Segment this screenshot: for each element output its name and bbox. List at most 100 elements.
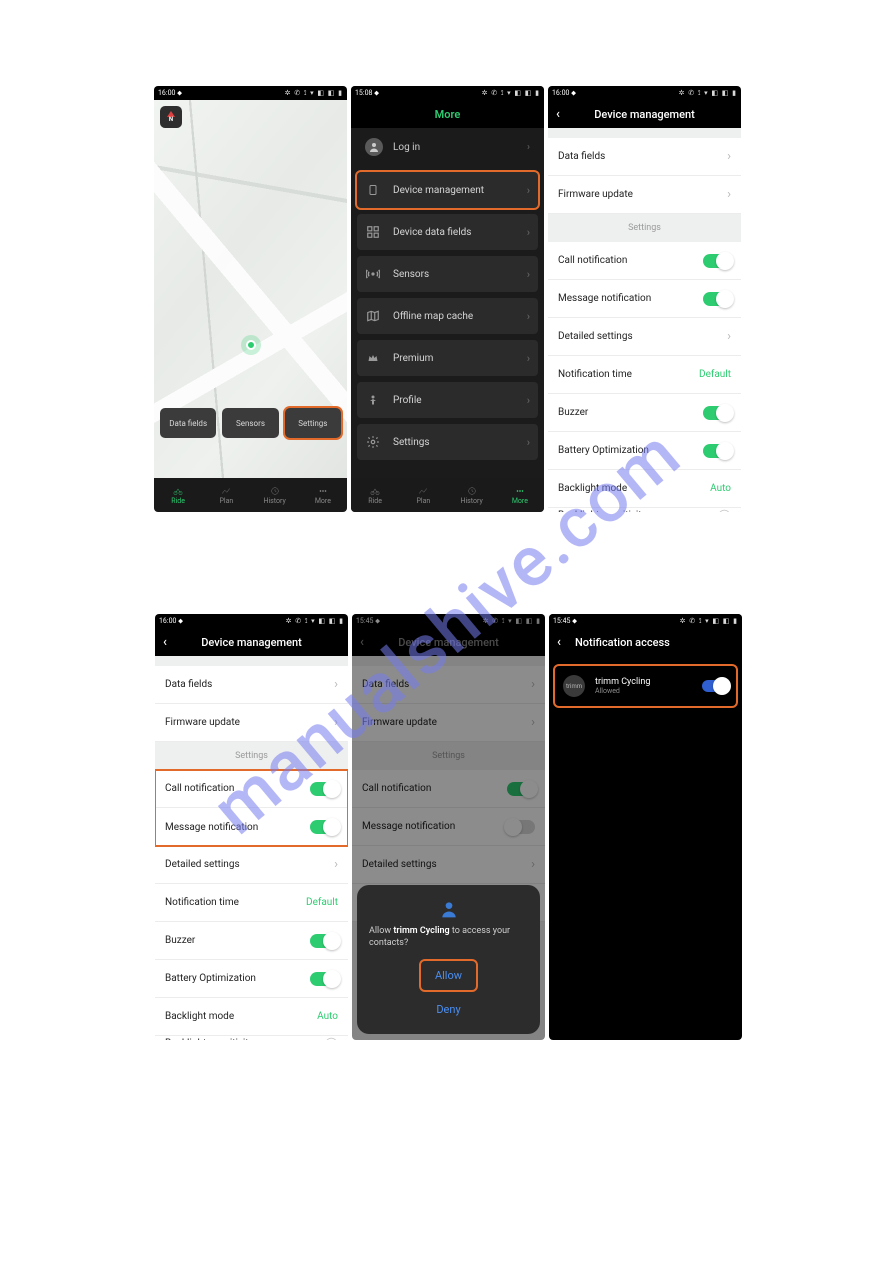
row-firmware[interactable]: Firmware update›: [155, 704, 348, 742]
app-status: Allowed: [595, 687, 650, 695]
toggle-on[interactable]: [310, 820, 338, 834]
menu-sensors[interactable]: Sensors›: [357, 256, 538, 292]
status-time: 15:08 ⬥: [355, 89, 379, 98]
screen-title: Device management: [594, 108, 695, 121]
row-label: Detailed settings: [165, 859, 240, 870]
quick-settings[interactable]: Settings: [285, 408, 341, 438]
row-call-notification[interactable]: Call notification: [155, 770, 348, 808]
app-label-group: trimm Cycling Allowed: [595, 677, 650, 695]
quick-data-fields[interactable]: Data fields: [160, 408, 216, 438]
row-label: Call notification: [165, 783, 234, 794]
screen-header: ‹ Notification access: [549, 628, 742, 656]
app-notification-row[interactable]: trimm trimm Cycling Allowed: [555, 666, 736, 706]
row-detailed-settings[interactable]: Detailed settings ›: [155, 846, 348, 884]
tab-history[interactable]: History: [251, 478, 299, 512]
row-battery-opt[interactable]: Battery Optimization: [155, 960, 348, 998]
quick-sensors[interactable]: Sensors: [222, 408, 278, 438]
toggle-on[interactable]: [703, 444, 731, 458]
tab-history-label: History: [263, 497, 285, 505]
row-notification-time[interactable]: Notification timeDefault: [548, 356, 741, 394]
toggle-on[interactable]: [310, 972, 338, 986]
row-message-notification[interactable]: Message notification: [548, 280, 741, 318]
menu-profile[interactable]: Profile›: [357, 382, 538, 418]
menu-settings[interactable]: Settings ›: [357, 424, 538, 460]
row-message-notification[interactable]: Message notification: [155, 808, 348, 846]
toggle-on[interactable]: [310, 782, 338, 796]
more-icon: [317, 486, 329, 496]
tab-history[interactable]: History: [448, 478, 496, 512]
screenshot-row-2: 16:00 ⬥ ✲ ✆ ⟟ ▾ ◧ ◧ ▮ ‹ Device managemen…: [155, 614, 742, 1040]
dialog-app: trimm Cycling: [393, 926, 449, 936]
person-icon: [365, 392, 381, 408]
tab-more[interactable]: More: [299, 478, 347, 512]
map-canvas[interactable]: N Data fields Sensors Settings: [154, 100, 347, 478]
app-icon: trimm: [563, 675, 585, 697]
dialog-pre: Allow: [369, 926, 393, 936]
deny-button[interactable]: Deny: [422, 995, 474, 1024]
phone-notification-access: 15:45 ⬥ ✲ ✆ ⟟ ▾ ◧ ◧ ▮ ‹ Notification acc…: [549, 614, 742, 1040]
back-button[interactable]: ‹: [556, 107, 560, 122]
tab-history-label: History: [460, 497, 482, 505]
menu-premium[interactable]: Premium›: [357, 340, 538, 376]
toggle-on[interactable]: [703, 254, 731, 268]
row-battery-opt[interactable]: Battery Optimization: [548, 432, 741, 470]
tab-ride-label: Ride: [171, 497, 185, 505]
bike-icon: [172, 486, 184, 496]
toggle-on[interactable]: [703, 292, 731, 306]
row-firmware[interactable]: Firmware update›: [548, 176, 741, 214]
toggle-on[interactable]: [310, 934, 338, 948]
status-icons: ✲ ✆ ⟟ ▾ ◧ ◧ ▮: [286, 617, 344, 626]
back-button[interactable]: ‹: [163, 635, 167, 650]
row-label: Battery Optimization: [558, 445, 649, 456]
row-backlight-mode[interactable]: Backlight modeAuto: [548, 470, 741, 508]
row-notification-time[interactable]: Notification timeDefault: [155, 884, 348, 922]
screen-header: ‹ Device management: [548, 100, 741, 128]
compass-button[interactable]: N: [160, 106, 182, 128]
screenshot-row-1: 16:00 ⬥ ✲ ✆ ⟟ ▾ ◧ ◧ ▮ N Data fields Sens…: [154, 86, 741, 512]
back-button[interactable]: ‹: [557, 635, 561, 650]
tab-plan-label: Plan: [219, 497, 233, 505]
row-backlight-sensitivity[interactable]: Backlight sensitivity◯: [155, 1036, 348, 1040]
menu-label: Settings: [393, 437, 430, 448]
highlight-notifications: Call notification Message notification: [155, 770, 348, 846]
signal-icon: [365, 266, 381, 282]
section-header: Settings: [155, 742, 348, 770]
menu-offline-map[interactable]: Offline map cache›: [357, 298, 538, 334]
toggle-on-blue[interactable]: [702, 680, 728, 692]
screen-title: Notification access: [575, 636, 670, 649]
row-data-fields[interactable]: Data fields›: [548, 138, 741, 176]
row-backlight-mode[interactable]: Backlight modeAuto: [155, 998, 348, 1036]
tab-ride[interactable]: Ride: [154, 478, 202, 512]
tab-plan[interactable]: Plan: [399, 478, 447, 512]
row-detailed-settings[interactable]: Detailed settings›: [548, 318, 741, 356]
screen-header: More: [351, 100, 544, 128]
dialog-text: Allow trimm Cycling to access your conta…: [369, 925, 528, 949]
settings-list: Data fields› Firmware update› Settings C…: [548, 128, 741, 512]
row-buzzer[interactable]: Buzzer: [548, 394, 741, 432]
menu-device-management[interactable]: Device management›: [357, 172, 538, 208]
chevron-right-icon: ›: [334, 857, 338, 872]
tab-more[interactable]: More: [496, 478, 544, 512]
menu-device-data-fields[interactable]: Device data fields›: [357, 214, 538, 250]
bike-icon: [369, 486, 381, 496]
chevron-right-icon: ›: [727, 187, 731, 202]
chevron-right-icon: ›: [527, 436, 530, 449]
row-backlight-sensitivity[interactable]: Backlight sensitivity◯: [548, 508, 741, 512]
row-call-notification[interactable]: Call notification: [548, 242, 741, 280]
row-buzzer[interactable]: Buzzer: [155, 922, 348, 960]
allow-button[interactable]: Allow: [421, 961, 476, 990]
toggle-on[interactable]: [703, 406, 731, 420]
screen-header: ‹ Device management: [155, 628, 348, 656]
row-data-fields[interactable]: Data fields›: [155, 666, 348, 704]
tab-plan[interactable]: Plan: [202, 478, 250, 512]
knob-icon: ◯: [325, 1036, 338, 1040]
tab-plan-label: Plan: [416, 497, 430, 505]
screen-title: Device management: [201, 636, 302, 649]
chevron-right-icon: ›: [527, 184, 530, 197]
quick-actions: Data fields Sensors Settings: [160, 408, 341, 438]
permission-dialog: Allow trimm Cycling to access your conta…: [357, 885, 540, 1034]
row-label: Buzzer: [165, 935, 195, 946]
phone-device-mgmt: 16:00 ⬥ ✲ ✆ ⟟ ▾ ◧ ◧ ▮ ‹ Device managemen…: [548, 86, 741, 512]
tab-ride[interactable]: Ride: [351, 478, 399, 512]
login-row[interactable]: Log in ›: [357, 128, 538, 166]
